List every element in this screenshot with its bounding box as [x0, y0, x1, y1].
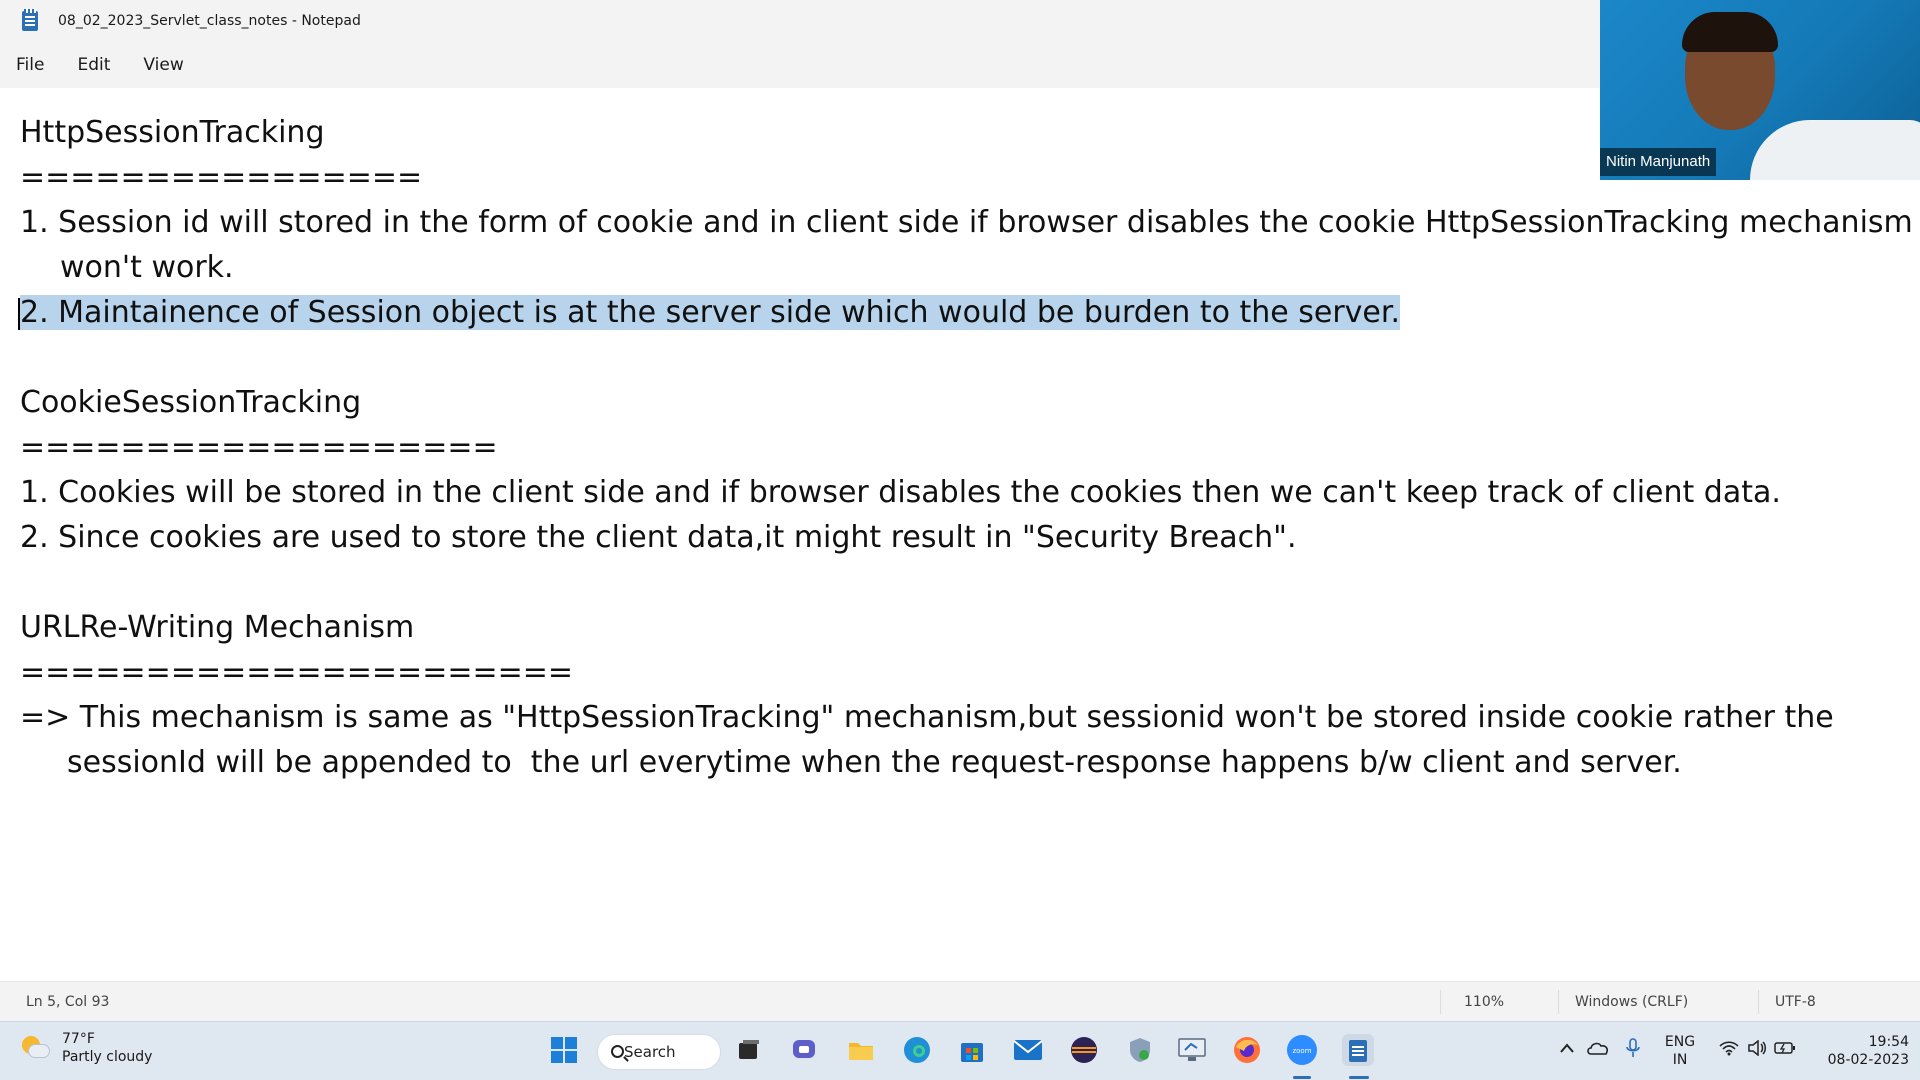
menu-edit[interactable]: Edit [77, 55, 110, 75]
clock-date: 08-02-2023 [1827, 1052, 1909, 1068]
clock[interactable]: 19:54 08-02-2023 [1809, 1033, 1909, 1069]
text-line: 1. Cookies will be stored in the client … [20, 475, 1781, 510]
status-divider [1758, 990, 1759, 1014]
text-line: sessionId will be appended to the url ev… [67, 745, 1682, 780]
firefox-icon[interactable] [1231, 1034, 1263, 1066]
wifi-icon[interactable] [1717, 1036, 1741, 1060]
participant-shirt [1750, 120, 1920, 180]
onedrive-icon[interactable] [1585, 1036, 1611, 1060]
window-title: 08_02_2023_Servlet_class_notes - Notepad [58, 13, 361, 29]
taskbar-search[interactable]: Search [597, 1034, 721, 1070]
language-indicator[interactable]: ENG IN [1659, 1033, 1701, 1069]
text-line: URLRe-Writing Mechanism [20, 610, 415, 645]
text-line: HttpSessionTracking [20, 115, 325, 150]
zoom-active-indicator [1293, 1076, 1311, 1079]
text-editor[interactable]: HttpSessionTracking ================ 1. … [0, 88, 1920, 981]
status-divider [1558, 990, 1559, 1014]
encoding: UTF-8 [1775, 994, 1816, 1010]
notepad-active-indicator [1349, 1076, 1369, 1079]
status-bar: Ln 5, Col 93 110% Windows (CRLF) UTF-8 [0, 981, 1920, 1021]
menu-bar: File Edit View [0, 42, 1600, 88]
line-ending: Windows (CRLF) [1575, 994, 1689, 1010]
weather-icon [20, 1034, 50, 1062]
edge-icon[interactable] [901, 1034, 933, 1066]
status-divider [1440, 990, 1441, 1014]
zoom-level: 110% [1464, 994, 1505, 1010]
text-line: won't work. [60, 250, 234, 285]
text-line: 1. Session id will stored in the form of… [20, 205, 1913, 240]
volume-icon[interactable] [1745, 1036, 1769, 1060]
menu-file[interactable]: File [16, 55, 44, 75]
weather-temp: 77°F [62, 1031, 95, 1047]
text-line: =================== [20, 430, 498, 465]
system-tray: ENG IN 19:54 08-02-2023 [1555, 1022, 1920, 1080]
selected-text-line: 2. Maintainence of Session object is at … [18, 290, 1400, 335]
participant-name: Nitin Manjunath [1600, 148, 1717, 176]
language-code: ENG [1664, 1034, 1696, 1050]
zoom-icon[interactable]: zoom [1286, 1034, 1318, 1066]
task-view-icon[interactable] [733, 1034, 765, 1066]
mail-icon[interactable] [1012, 1034, 1044, 1066]
text-cursor [18, 298, 20, 330]
search-icon [611, 1045, 624, 1058]
text-line: CookieSessionTracking [20, 385, 362, 420]
language-region: IN [1672, 1052, 1688, 1068]
clock-time: 19:54 [1868, 1034, 1909, 1050]
weather-widget[interactable]: 77°F Partly cloudy [20, 1030, 152, 1066]
eclipse-icon[interactable] [1068, 1034, 1100, 1066]
file-explorer-icon[interactable] [845, 1034, 877, 1066]
notepad-taskbar-icon[interactable] [1342, 1034, 1374, 1066]
teams-chat-icon[interactable] [789, 1034, 821, 1066]
text-line: ================ [20, 160, 423, 195]
windows-start-icon[interactable] [548, 1034, 580, 1066]
remote-desktop-icon[interactable] [1176, 1034, 1208, 1066]
text-line: => This mechanism is same as "HttpSessio… [20, 700, 1834, 735]
security-icon[interactable] [1124, 1034, 1156, 1066]
svg-text:zoom: zoom [1292, 1047, 1311, 1055]
chevron-up-icon[interactable] [1555, 1036, 1579, 1060]
text-line: 2. Since cookies are used to store the c… [20, 520, 1297, 555]
title-bar: 08_02_2023_Servlet_class_notes - Notepad [0, 0, 1600, 42]
text-selection: 2. Maintainence of Session object is at … [20, 295, 1400, 330]
search-label: Search [624, 1043, 676, 1061]
microphone-icon[interactable] [1621, 1036, 1645, 1060]
participant-hair [1682, 12, 1778, 52]
weather-desc: Partly cloudy [62, 1049, 153, 1065]
text-line: ====================== [20, 655, 574, 690]
notepad-icon [22, 9, 38, 31]
taskbar: 77°F Partly cloudy Search zoom ENG IN 19… [0, 1021, 1920, 1080]
store-icon[interactable] [956, 1034, 988, 1066]
cursor-position: Ln 5, Col 93 [26, 994, 110, 1010]
webcam-overlay: Nitin Manjunath [1600, 0, 1920, 180]
battery-icon[interactable] [1773, 1036, 1797, 1060]
menu-view[interactable]: View [143, 55, 183, 75]
